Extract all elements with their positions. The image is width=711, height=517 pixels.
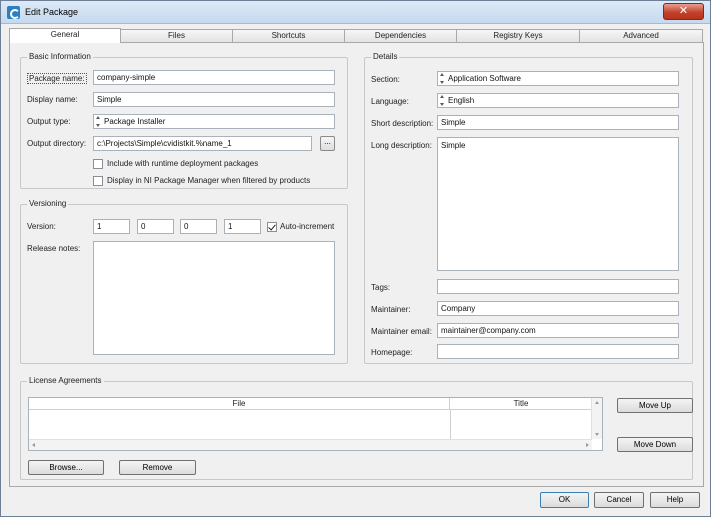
general-tab-panel: Basic Information Package name: company-…: [9, 42, 704, 487]
license-table-vertical-scrollbar[interactable]: [591, 398, 602, 439]
edit-package-dialog: Edit Package ✕ General Files Shortcuts D…: [0, 0, 711, 517]
browse-button[interactable]: Browse...: [28, 460, 104, 475]
spinner-arrows-icon[interactable]: [440, 95, 444, 106]
section-value: Application Software: [448, 74, 521, 83]
remove-button[interactable]: Remove: [119, 460, 196, 475]
spinner-arrows-icon[interactable]: [96, 116, 100, 127]
display-name-field[interactable]: Simple: [93, 92, 335, 107]
version-build-field[interactable]: 1: [224, 219, 261, 234]
output-directory-label: Output directory:: [27, 139, 87, 148]
include-runtime-checkbox[interactable]: [93, 159, 103, 169]
version-major-field[interactable]: 1: [93, 219, 130, 234]
tab-advanced[interactable]: Advanced: [579, 29, 703, 42]
homepage-label: Homepage:: [371, 348, 413, 357]
version-label: Version:: [27, 222, 56, 231]
license-agreements-group: License Agreements File Title Move Up Mo…: [20, 376, 693, 480]
details-legend: Details: [371, 52, 400, 61]
include-runtime-label: Include with runtime deployment packages: [107, 159, 259, 168]
tab-general[interactable]: General: [9, 28, 121, 43]
maintainer-email-label: Maintainer email:: [371, 327, 432, 336]
long-description-label: Long description:: [371, 141, 432, 150]
move-down-button[interactable]: Move Down: [617, 437, 693, 452]
homepage-field[interactable]: [437, 344, 679, 359]
section-select[interactable]: Application Software: [437, 71, 679, 86]
display-name-label: Display name:: [27, 95, 78, 104]
license-table[interactable]: File Title: [28, 397, 603, 451]
output-type-label: Output type:: [27, 117, 71, 126]
short-description-field[interactable]: Simple: [437, 115, 679, 130]
column-header-file[interactable]: File: [29, 398, 450, 410]
window-title: Edit Package: [25, 7, 79, 17]
scroll-down-arrow-icon[interactable]: [595, 433, 599, 436]
versioning-group: Versioning Version: 1 0 0 1 Auto-increme…: [20, 199, 348, 364]
column-header-title[interactable]: Title: [450, 398, 592, 410]
details-group: Details Section: Application Software La…: [364, 52, 693, 364]
language-label: Language:: [371, 97, 409, 106]
column-divider: [450, 410, 451, 440]
long-description-field[interactable]: Simple: [437, 137, 679, 271]
license-table-horizontal-scrollbar[interactable]: [29, 439, 592, 450]
tab-dependencies[interactable]: Dependencies: [344, 29, 457, 42]
tags-label: Tags:: [371, 283, 391, 292]
spinner-arrows-icon[interactable]: [440, 73, 444, 84]
cancel-button[interactable]: Cancel: [594, 492, 644, 508]
tab-shortcuts[interactable]: Shortcuts: [232, 29, 345, 42]
package-name-label: Package name:: [27, 73, 87, 84]
auto-increment-label: Auto-increment: [280, 222, 335, 231]
language-value: English: [448, 96, 475, 105]
package-name-field[interactable]: company-simple: [93, 70, 335, 85]
language-select[interactable]: English: [437, 93, 679, 108]
basic-information-legend: Basic Information: [27, 52, 93, 61]
license-agreements-legend: License Agreements: [27, 376, 104, 385]
section-label: Section:: [371, 75, 400, 84]
output-type-value: Package Installer: [104, 117, 166, 126]
output-type-select[interactable]: Package Installer: [93, 114, 335, 129]
scroll-left-arrow-icon[interactable]: [32, 443, 35, 447]
display-nipm-label: Display in NI Package Manager when filte…: [107, 176, 311, 185]
maintainer-field[interactable]: Company: [437, 301, 679, 316]
display-nipm-checkbox[interactable]: [93, 176, 103, 186]
scroll-right-arrow-icon[interactable]: [586, 443, 589, 447]
auto-increment-checkbox[interactable]: [267, 222, 277, 232]
tab-bar: General Files Shortcuts Dependencies Reg…: [9, 28, 704, 43]
ok-button[interactable]: OK: [540, 492, 589, 508]
release-notes-label: Release notes:: [27, 244, 81, 253]
basic-information-group: Basic Information Package name: company-…: [20, 52, 348, 189]
scroll-up-arrow-icon[interactable]: [595, 401, 599, 404]
output-directory-field[interactable]: c:\Projects\Simple\cvidistkit.%name_1: [93, 136, 312, 151]
title-bar: Edit Package ✕: [1, 1, 710, 24]
tags-field[interactable]: [437, 279, 679, 294]
close-button[interactable]: ✕: [663, 3, 704, 20]
maintainer-email-field[interactable]: maintainer@company.com: [437, 323, 679, 338]
version-patch-field[interactable]: 0: [180, 219, 217, 234]
app-icon: [7, 6, 20, 19]
output-directory-browse-button[interactable]: ...: [320, 136, 335, 151]
move-up-button[interactable]: Move Up: [617, 398, 693, 413]
tab-files[interactable]: Files: [120, 29, 233, 42]
tab-registry-keys[interactable]: Registry Keys: [456, 29, 580, 42]
license-table-header: File Title: [29, 398, 592, 410]
short-description-label: Short description:: [371, 119, 434, 128]
versioning-legend: Versioning: [27, 199, 69, 208]
maintainer-label: Maintainer:: [371, 305, 411, 314]
version-minor-field[interactable]: 0: [137, 219, 174, 234]
release-notes-field[interactable]: [93, 241, 335, 355]
help-button[interactable]: Help: [650, 492, 700, 508]
